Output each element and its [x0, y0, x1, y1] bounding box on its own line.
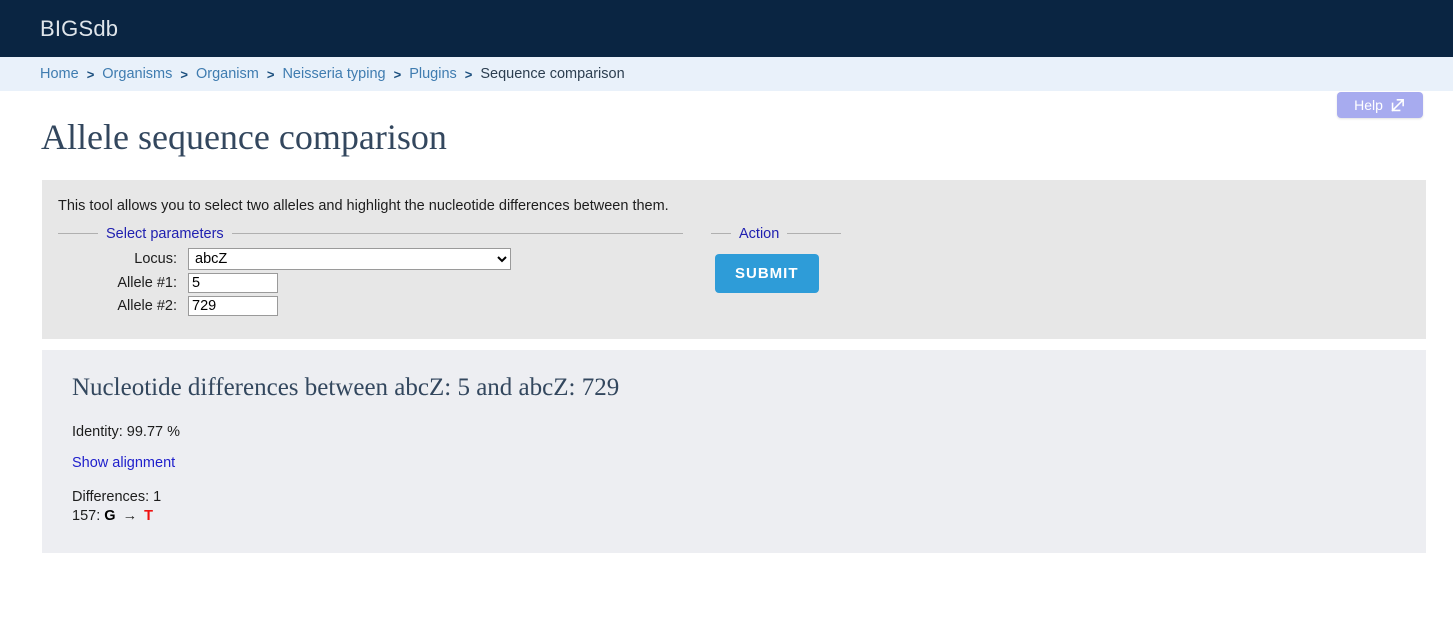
select-parameters-legend: Select parameters: [106, 225, 224, 242]
breadcrumb-separator: >: [393, 66, 402, 82]
submit-button[interactable]: SUBMIT: [715, 253, 819, 293]
breadcrumb-item-current: Sequence comparison: [480, 66, 625, 82]
allele1-row: Allele #1:: [58, 272, 683, 293]
breadcrumb-separator: >: [86, 66, 95, 82]
site-header: BIGSdb: [0, 0, 1453, 57]
locus-select[interactable]: abcZ: [188, 247, 511, 270]
difference-position: 157:: [72, 508, 101, 525]
allele2-label: Allele #2:: [117, 297, 177, 314]
allele1-label: Allele #1:: [117, 274, 177, 291]
results-panel: Nucleotide differences between abcZ: 5 a…: [42, 349, 1426, 553]
intro-text: This tool allows you to select two allel…: [58, 197, 669, 214]
identity-text: Identity: 99.77 %: [72, 423, 181, 440]
allele2-input[interactable]: [188, 295, 278, 316]
results-heading: Nucleotide differences between abcZ: 5 a…: [72, 373, 620, 401]
breadcrumb-item-neisseria-typing[interactable]: Neisseria typing: [282, 66, 385, 82]
action-fieldset: Action SUBMIT: [711, 225, 841, 293]
difference-base-from: G: [104, 508, 116, 525]
action-legend: Action: [739, 225, 780, 242]
external-link-icon: [1389, 97, 1406, 114]
difference-row: 157: G → T: [72, 507, 1410, 527]
arrow-icon: →: [122, 508, 138, 525]
site-logo: BIGSdb: [40, 15, 119, 41]
parameters-panel: This tool allows you to select two allel…: [42, 179, 1426, 339]
breadcrumb-item-organisms[interactable]: Organisms: [102, 66, 172, 82]
locus-row: Locus: abcZ: [58, 247, 683, 270]
allele2-row: Allele #2:: [58, 295, 683, 316]
differences-block: Differences: 1 157: G → T: [58, 488, 1410, 527]
locus-label: Locus:: [134, 250, 177, 267]
show-alignment-link[interactable]: Show alignment: [58, 455, 175, 471]
parameters-form: Select parameters Locus: abcZ Allele #1:…: [58, 225, 1410, 319]
breadcrumb-separator: >: [180, 66, 188, 82]
select-parameters-fieldset: Select parameters Locus: abcZ Allele #1:…: [58, 225, 683, 319]
allele1-input[interactable]: [188, 272, 278, 293]
breadcrumb-separator: >: [266, 66, 275, 82]
page-title: Allele sequence comparison: [41, 117, 447, 157]
help-button-label: Help: [1354, 97, 1383, 113]
breadcrumb: Home > Organisms > Organism > Neisseria …: [0, 57, 1453, 91]
breadcrumb-separator: >: [464, 66, 473, 82]
breadcrumb-item-organism[interactable]: Organism: [196, 66, 259, 82]
breadcrumb-item-plugins[interactable]: Plugins: [409, 66, 457, 82]
difference-base-to: T: [144, 508, 153, 525]
differences-count: Differences: 1: [72, 488, 162, 505]
help-button[interactable]: Help: [1337, 92, 1423, 118]
breadcrumb-item-home[interactable]: Home: [40, 66, 79, 82]
